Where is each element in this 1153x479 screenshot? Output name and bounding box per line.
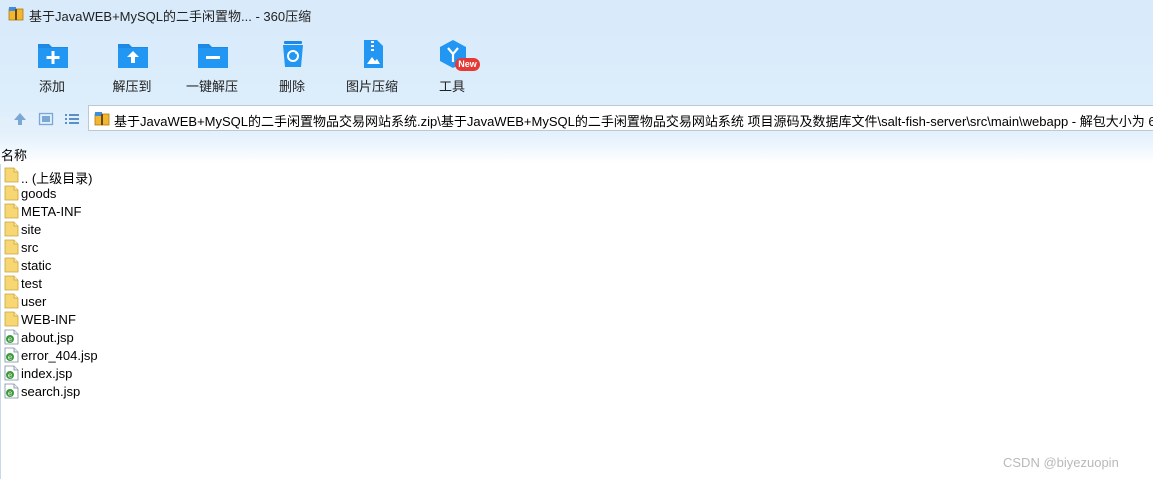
- window-title: 基于JavaWEB+MySQL的二手闲置物... - 360压缩: [29, 9, 312, 24]
- file-name: static: [21, 258, 52, 273]
- svg-text:e: e: [8, 336, 12, 344]
- folder-icon: [4, 275, 19, 291]
- folder-icon: [4, 167, 19, 183]
- image-compress-icon: [364, 40, 383, 68]
- thumbnail-view-icon[interactable]: [38, 111, 54, 127]
- folder-icon: [4, 185, 19, 201]
- file-name: error_404.jsp: [21, 348, 98, 363]
- folder-icon: [4, 293, 19, 309]
- jsp-file-icon: e: [4, 347, 19, 363]
- file-name: WEB-INF: [21, 312, 76, 327]
- tools-label: 工具: [438, 79, 465, 94]
- folder-icon: [4, 311, 19, 327]
- folder-row[interactable]: WEB-INF: [0, 310, 1153, 328]
- delete-label: 删除: [278, 79, 305, 94]
- column-name-header[interactable]: 名称: [1, 145, 27, 164]
- folder-row[interactable]: test: [0, 274, 1153, 292]
- add-button[interactable]: 添加: [17, 36, 87, 96]
- toolbar: 添加 解压到 一键解压 删除 图片压缩 工具 New: [0, 28, 1153, 98]
- file-list: .. (上级目录) goods META-INF site src static test u…: [0, 166, 1153, 400]
- up-arrow-icon[interactable]: [12, 111, 28, 127]
- one-click-extract-label: 一键解压: [185, 79, 238, 94]
- column-header: 名称: [0, 140, 1153, 164]
- zip-file-icon: [94, 112, 110, 126]
- jsp-file-icon: e: [4, 329, 19, 345]
- image-compress-label: 图片压缩: [345, 79, 398, 94]
- folder-row[interactable]: .. (上级目录): [0, 166, 1153, 186]
- address-bar: 基于JavaWEB+MySQL的二手闲置物品交易网站系统.zip\基于JavaW…: [0, 98, 1153, 140]
- one-click-extract-button[interactable]: 一键解压: [177, 36, 247, 96]
- file-name: test: [21, 276, 42, 291]
- watermark: CSDN @biyezuopin: [1003, 455, 1119, 470]
- jsp-file-icon: e: [4, 383, 19, 399]
- file-name: src: [21, 240, 39, 255]
- path-field[interactable]: 基于JavaWEB+MySQL的二手闲置物品交易网站系统.zip\基于JavaW…: [88, 105, 1153, 131]
- folder-icon: [4, 257, 19, 273]
- folder-row[interactable]: goods: [0, 184, 1153, 202]
- extract-to-label: 解压到: [112, 79, 152, 94]
- one-click-extract-icon: [198, 44, 228, 68]
- folder-icon: [4, 203, 19, 219]
- file-name: about.jsp: [21, 330, 74, 345]
- svg-text:e: e: [8, 354, 12, 362]
- file-name: site: [21, 222, 42, 237]
- jsp-file-icon: e: [4, 365, 19, 381]
- folder-row[interactable]: site: [0, 220, 1153, 238]
- extract-to-button[interactable]: 解压到: [97, 36, 167, 96]
- folder-row[interactable]: META-INF: [0, 202, 1153, 220]
- svg-text:e: e: [8, 390, 12, 398]
- file-row[interactable]: e search.jsp: [0, 382, 1153, 400]
- file-name: index.jsp: [21, 366, 73, 381]
- file-name: search.jsp: [21, 384, 81, 399]
- folder-row[interactable]: user: [0, 292, 1153, 310]
- extract-to-icon: [118, 44, 148, 68]
- folder-row[interactable]: src: [0, 238, 1153, 256]
- path-text: 基于JavaWEB+MySQL的二手闲置物品交易网站系统.zip\基于JavaW…: [114, 114, 1153, 129]
- file-name: user: [21, 294, 47, 309]
- recycle-bin-icon: [283, 41, 303, 67]
- title-bar: 基于JavaWEB+MySQL的二手闲置物... - 360压缩: [0, 0, 1153, 28]
- file-name: goods: [21, 186, 57, 201]
- folder-row[interactable]: static: [0, 256, 1153, 274]
- new-badge: New: [455, 58, 480, 71]
- add-folder-icon: [38, 44, 68, 68]
- add-label: 添加: [38, 79, 65, 94]
- folder-icon: [4, 221, 19, 237]
- file-name: META-INF: [21, 204, 82, 219]
- archive-icon: [8, 7, 24, 21]
- image-compress-button[interactable]: 图片压缩: [337, 36, 407, 96]
- file-row[interactable]: e index.jsp: [0, 364, 1153, 382]
- delete-button[interactable]: 删除: [257, 36, 327, 96]
- file-row[interactable]: e about.jsp: [0, 328, 1153, 346]
- list-view-icon[interactable]: [64, 111, 80, 127]
- svg-text:e: e: [8, 372, 12, 380]
- folder-icon: [4, 239, 19, 255]
- file-row[interactable]: e error_404.jsp: [0, 346, 1153, 364]
